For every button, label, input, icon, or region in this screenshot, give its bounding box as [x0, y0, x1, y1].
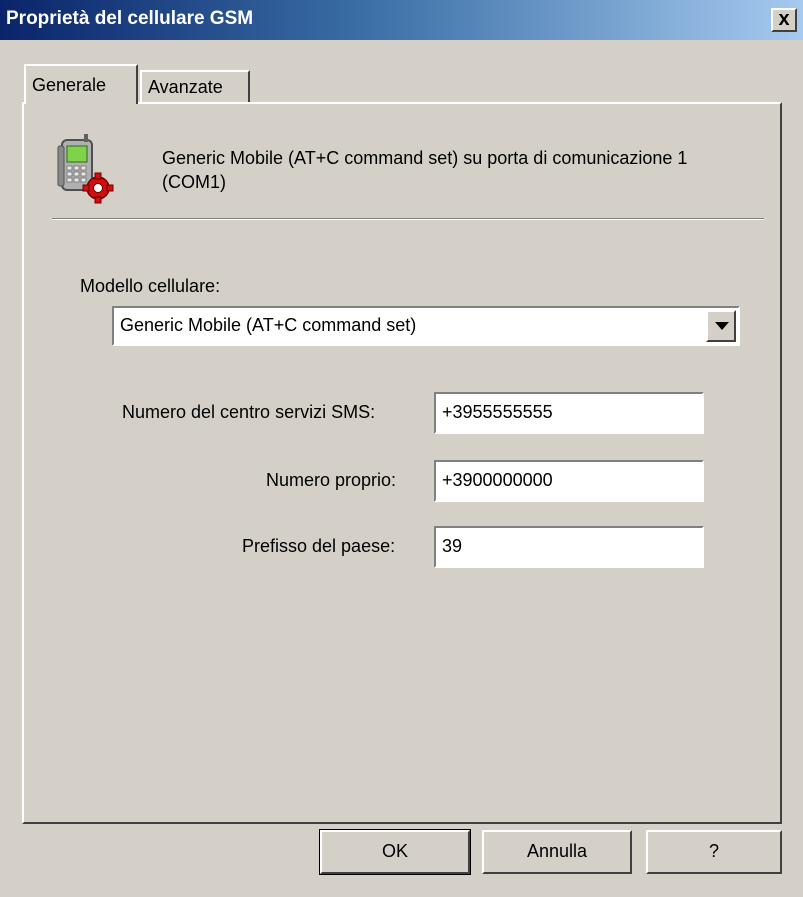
- model-select[interactable]: Generic Mobile (AT+C command set): [112, 306, 740, 346]
- close-icon: x: [778, 8, 790, 30]
- device-description: Generic Mobile (AT+C command set) su por…: [162, 148, 688, 192]
- separator-line: [52, 218, 764, 220]
- window-title: Proprietà del cellulare GSM: [6, 8, 254, 29]
- close-button[interactable]: x: [771, 8, 797, 32]
- tab-generale-label: Generale: [32, 75, 107, 95]
- model-label: Modello cellulare:: [80, 276, 221, 296]
- sms-center-label: Numero del centro servizi SMS:: [122, 402, 376, 422]
- tab-avanzate[interactable]: Avanzate: [140, 70, 250, 104]
- own-number-field[interactable]: +3900000000: [434, 460, 704, 502]
- country-prefix-field[interactable]: 39: [434, 526, 704, 568]
- properties-dialog: Proprietà del cellulare GSM x Generale A…: [0, 0, 803, 897]
- cancel-button[interactable]: Annulla: [482, 830, 632, 874]
- model-select-value: Generic Mobile (AT+C command set): [120, 315, 417, 335]
- title-bar[interactable]: Proprietà del cellulare GSM x: [0, 0, 803, 40]
- sms-center-field[interactable]: +3955555555: [434, 392, 704, 434]
- own-number-label: Numero proprio:: [266, 470, 397, 490]
- ok-button[interactable]: OK: [319, 829, 471, 875]
- country-prefix-label: Prefisso del paese:: [242, 536, 396, 556]
- mobile-phone-gear-icon: [57, 134, 114, 204]
- help-button[interactable]: ?: [646, 830, 782, 874]
- tab-avanzate-label: Avanzate: [148, 77, 223, 97]
- tab-generale[interactable]: Generale: [24, 64, 138, 104]
- chevron-down-icon[interactable]: [706, 310, 736, 342]
